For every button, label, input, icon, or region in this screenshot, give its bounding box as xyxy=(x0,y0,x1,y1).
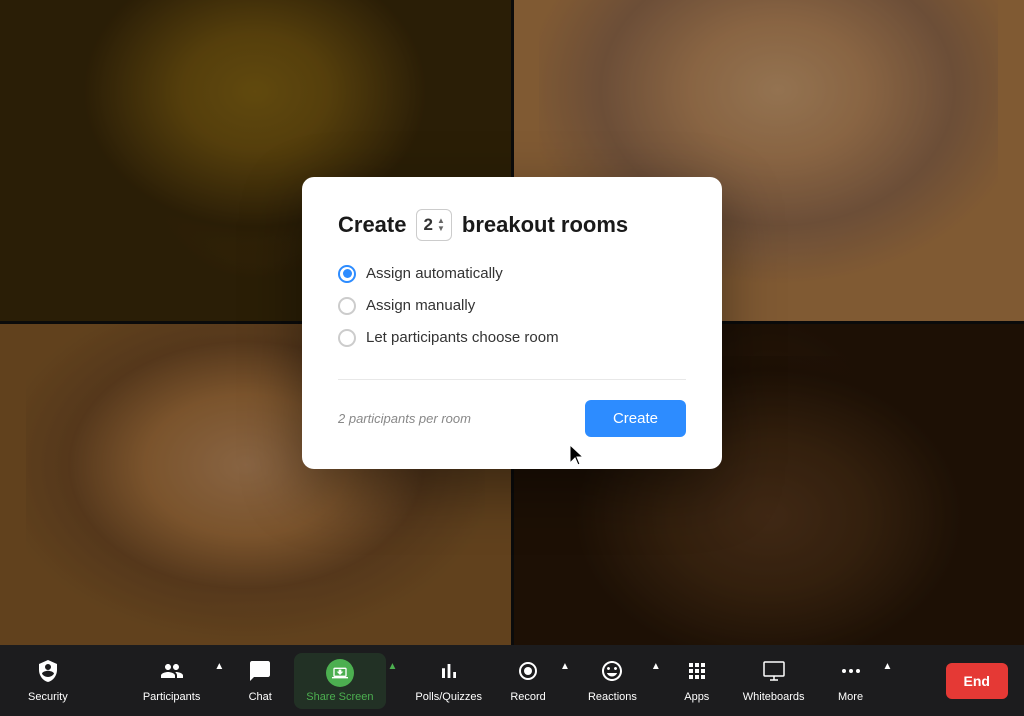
radio-label-manual: Assign manually xyxy=(366,297,475,314)
security-label: Security xyxy=(28,691,68,703)
record-label: Record xyxy=(510,691,545,703)
create-button[interactable]: Create xyxy=(585,400,686,437)
radio-circle-participant[interactable] xyxy=(338,329,356,347)
apps-label: Apps xyxy=(684,691,709,703)
toolbar-left: Security xyxy=(16,653,80,709)
more-arrow-icon[interactable]: ▲ xyxy=(881,661,895,672)
spinner-down[interactable]: ▼ xyxy=(437,225,445,233)
reactions-label: Reactions xyxy=(588,691,637,703)
more-icon xyxy=(839,659,863,687)
room-count-value: 2 xyxy=(423,215,432,235)
share-screen-arrow-icon[interactable]: ▲ xyxy=(386,661,400,672)
record-icon xyxy=(516,659,540,687)
spinner-arrows[interactable]: ▲ ▼ xyxy=(437,217,445,233)
polls-button[interactable]: Polls/Quizzes xyxy=(403,653,494,709)
apps-button[interactable]: Apps xyxy=(667,653,727,709)
share-screen-label: Share Screen xyxy=(306,691,373,703)
radio-circle-manual[interactable] xyxy=(338,297,356,315)
title-suffix: breakout rooms xyxy=(462,212,628,238)
toolbar-center: Participants ▲ Chat Share Screen xyxy=(80,653,946,709)
reactions-icon xyxy=(600,659,624,687)
participants-icon xyxy=(160,659,184,687)
radio-assign-automatically[interactable]: Assign automatically xyxy=(338,265,686,283)
radio-participant-choose[interactable]: Let participants choose room xyxy=(338,329,686,347)
toolbar-right: End xyxy=(946,663,1008,699)
modal-footer: 2 participants per room Create xyxy=(338,379,686,437)
chat-icon xyxy=(248,659,272,687)
radio-group: Assign automatically Assign manually Let… xyxy=(338,265,686,347)
modal-title: Create 2 ▲ ▼ breakout rooms xyxy=(338,209,686,241)
whiteboards-button[interactable]: Whiteboards xyxy=(731,653,817,709)
modal-overlay: Create 2 ▲ ▼ breakout rooms Assign autom… xyxy=(0,0,1024,645)
whiteboards-label: Whiteboards xyxy=(743,691,805,703)
more-label: More xyxy=(838,691,863,703)
title-prefix: Create xyxy=(338,212,406,238)
apps-icon xyxy=(685,659,709,687)
whiteboards-icon xyxy=(762,659,786,687)
radio-label-participant: Let participants choose room xyxy=(366,329,559,346)
chat-button[interactable]: Chat xyxy=(230,653,290,709)
share-screen-with-arrow: Share Screen ▲ xyxy=(294,653,399,709)
radio-label-auto: Assign automatically xyxy=(366,265,503,282)
polls-label: Polls/Quizzes xyxy=(415,691,482,703)
security-icon xyxy=(36,659,60,687)
participants-button[interactable]: Participants xyxy=(131,653,212,709)
polls-icon xyxy=(437,659,461,687)
participants-info: 2 participants per room xyxy=(338,411,471,426)
room-count-input[interactable]: 2 ▲ ▼ xyxy=(416,209,451,241)
radio-assign-manually[interactable]: Assign manually xyxy=(338,297,686,315)
reactions-arrow-icon[interactable]: ▲ xyxy=(649,661,663,672)
participants-arrow-icon[interactable]: ▲ xyxy=(212,661,226,672)
breakout-rooms-modal: Create 2 ▲ ▼ breakout rooms Assign autom… xyxy=(302,177,722,469)
radio-circle-auto[interactable] xyxy=(338,265,356,283)
participants-label: Participants xyxy=(143,691,200,703)
toolbar: Security Participants ▲ Chat xyxy=(0,645,1024,716)
security-button[interactable]: Security xyxy=(16,653,80,709)
more-button[interactable]: More xyxy=(821,653,881,709)
end-button[interactable]: End xyxy=(946,663,1008,699)
share-screen-icon xyxy=(326,659,354,687)
record-arrow-icon[interactable]: ▲ xyxy=(558,661,572,672)
chat-label: Chat xyxy=(249,691,272,703)
record-button[interactable]: Record xyxy=(498,653,558,709)
record-with-arrow: Record ▲ xyxy=(498,653,572,709)
more-with-arrow: More ▲ xyxy=(821,653,895,709)
participants-with-arrow: Participants ▲ xyxy=(131,653,226,709)
reactions-button[interactable]: Reactions xyxy=(576,653,649,709)
reactions-with-arrow: Reactions ▲ xyxy=(576,653,663,709)
share-screen-button[interactable]: Share Screen xyxy=(294,653,385,709)
